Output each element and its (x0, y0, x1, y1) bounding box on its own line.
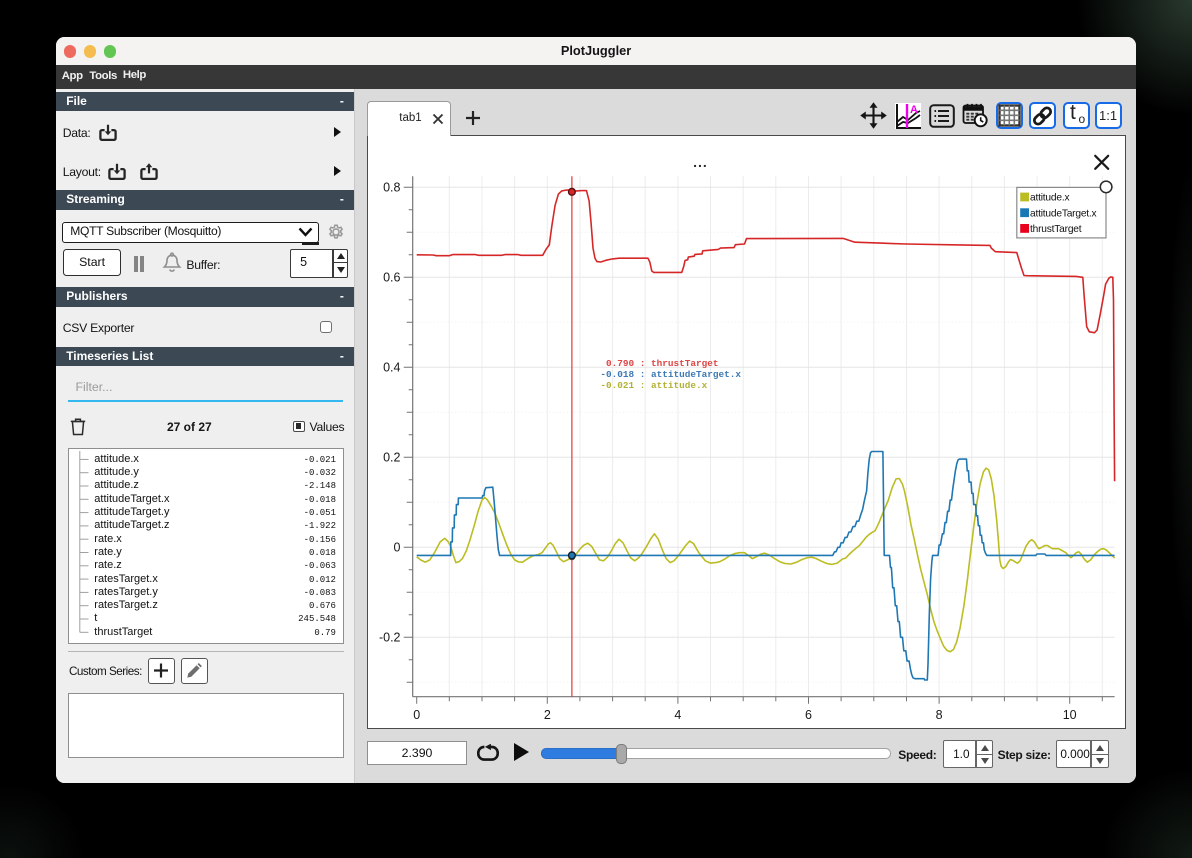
svg-text:0.8: 0.8 (383, 180, 400, 194)
svg-text:0: 0 (394, 540, 401, 554)
svg-text:2: 2 (544, 708, 551, 722)
svg-text:...: ... (693, 153, 708, 169)
svg-text:-0.2: -0.2 (379, 630, 401, 644)
svg-text:4: 4 (674, 708, 681, 722)
svg-text:0.6: 0.6 (383, 270, 400, 284)
svg-text:10: 10 (1063, 708, 1077, 722)
svg-text:0.790 : thrustTarget: 0.790 : thrustTarget (600, 358, 718, 369)
svg-text:0: 0 (413, 708, 420, 722)
svg-text:thrustTarget: thrustTarget (1030, 224, 1082, 235)
svg-text:6: 6 (805, 708, 812, 722)
svg-text:-0.021 : attitude.x: -0.021 : attitude.x (600, 379, 707, 390)
svg-text:A: A (910, 104, 918, 116)
svg-text:attitude.x: attitude.x (1030, 192, 1069, 203)
svg-text:-0.018 : attitudeTarget.x: -0.018 : attitudeTarget.x (600, 369, 741, 380)
svg-text:0.4: 0.4 (383, 360, 400, 374)
svg-text:8: 8 (936, 708, 943, 722)
svg-text:0.2: 0.2 (383, 450, 400, 464)
svg-text:attitudeTarget.x: attitudeTarget.x (1030, 208, 1097, 219)
